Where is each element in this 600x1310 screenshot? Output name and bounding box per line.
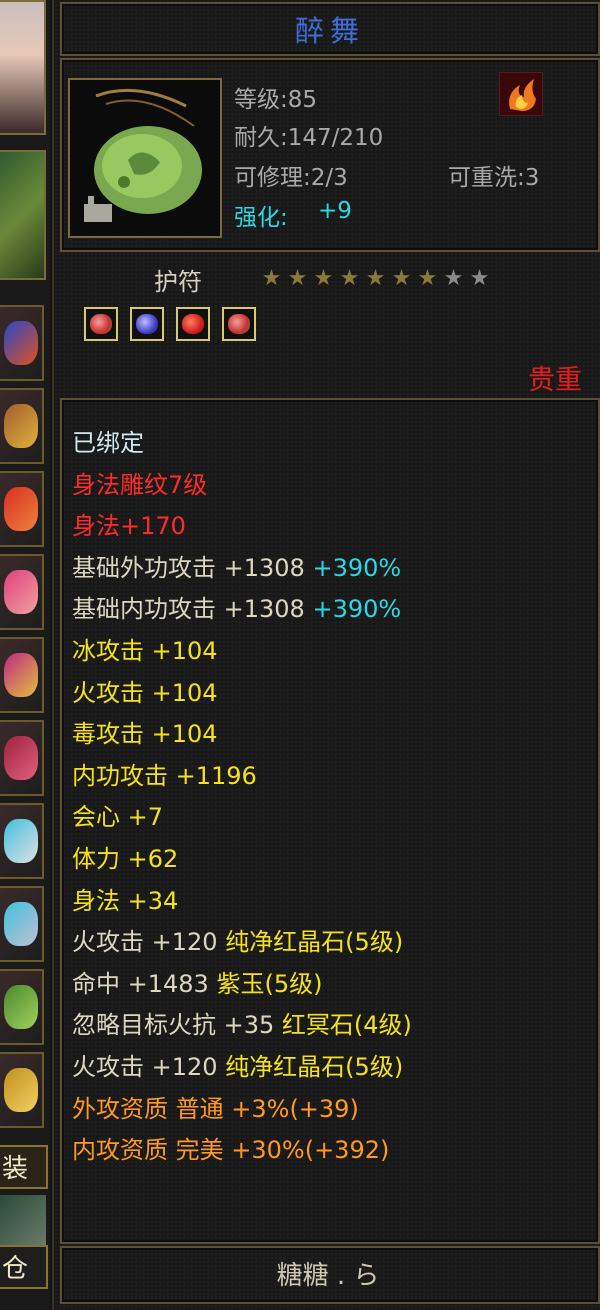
attribute-segment: +390%	[312, 553, 402, 582]
attribute-segment: 基础外功攻击 +1308	[72, 553, 313, 582]
equipment-slot-3[interactable]	[0, 471, 44, 547]
attribute-line: 命中 +1483 紫玉(5级)	[72, 969, 322, 999]
attribute-segment: 紫玉(5级)	[216, 969, 323, 998]
attribute-segment: 身法+170	[72, 512, 186, 541]
equipment-slot-9[interactable]	[0, 969, 44, 1045]
star-empty-icon: ★	[443, 266, 467, 291]
attribute-line: 体力 +62	[72, 844, 178, 874]
equipment-slot-6[interactable]	[0, 720, 44, 796]
attribute-line: 身法+170	[72, 511, 186, 541]
attribute-segment: 纯净红晶石(5级)	[225, 928, 404, 957]
attribute-segment: 忽略目标火抗 +35	[72, 1011, 282, 1040]
item-name: 醉舞	[294, 14, 365, 48]
equipment-slot-10[interactable]	[0, 1052, 44, 1128]
equipment-slot-weapon[interactable]	[0, 150, 46, 280]
item-type: 护符	[154, 268, 202, 296]
attribute-segment: 冰攻击 +104	[72, 637, 218, 665]
gem-slot-1[interactable]	[84, 307, 118, 341]
attribute-line: 身法 +34	[72, 886, 178, 916]
attribute-line: 外攻资质 普通 +3%(+39)	[72, 1094, 359, 1124]
item-enhance-label: 强化:	[234, 205, 288, 231]
attribute-segment: 内功攻击 +1196	[72, 761, 257, 790]
attribute-segment: 身法雕纹7级	[72, 470, 208, 499]
attribute-line: 身法雕纹7级	[72, 470, 207, 500]
item-icon[interactable]	[68, 78, 222, 238]
equipment-slot-8[interactable]	[0, 886, 44, 962]
attribute-line: 忽略目标火抗 +35 红冥石(4级)	[72, 1010, 412, 1040]
attribute-segment: 火攻击 +120	[72, 928, 226, 957]
attribute-segment: 纯净红晶石(5级)	[225, 1053, 404, 1081]
attribute-segment: 体力 +62	[72, 845, 179, 873]
attribute-segment: 火攻击 +120	[72, 1053, 226, 1081]
attribute-segment: 身法 +34	[72, 886, 179, 915]
star-filled-icon: ★	[339, 266, 363, 291]
star-empty-icon: ★	[469, 266, 493, 291]
item-tooltip-panel: 醉舞 等级:85 耐久:147/210 可修理:2/3 可重洗:3 强化: +9…	[52, 0, 600, 1310]
item-repairable: 可修理:2/3	[234, 165, 348, 191]
attribute-line: 基础内功攻击 +1308 +390%	[72, 594, 401, 624]
item-enhance-value: +9	[318, 198, 352, 224]
item-rewash-count: 可重洗:3	[448, 165, 540, 191]
attribute-segment: 火攻击 +104	[72, 678, 218, 707]
item-durability: 耐久:147/210	[234, 125, 384, 151]
attribute-segment: 命中 +1483	[72, 969, 217, 998]
item-owner: 糖糖 . ら	[276, 1261, 380, 1291]
star-filled-icon: ★	[261, 266, 285, 291]
jade-pendant-icon	[84, 88, 202, 222]
item-level: 等级:85	[234, 87, 318, 113]
rarity-label: 贵重	[528, 365, 582, 396]
tab-equipment[interactable]: 装备	[0, 1145, 48, 1189]
tab-warehouse[interactable]: 仓库	[0, 1245, 48, 1289]
fire-element-icon	[499, 72, 543, 116]
equipment-slot-7[interactable]	[0, 803, 44, 879]
attribute-line: 冰攻击 +104	[72, 636, 218, 666]
star-filled-icon: ★	[313, 266, 337, 291]
attribute-segment: 红冥石(4级)	[281, 1011, 412, 1040]
attribute-segment: 会心 +7	[72, 803, 164, 832]
equipment-slot-strip: 装备 仓库	[0, 0, 50, 1310]
star-rating: ★ ★ ★ ★ ★ ★ ★ ★ ★	[260, 266, 494, 291]
equipment-slot-4[interactable]	[0, 554, 44, 630]
attribute-line: 火攻击 +104	[72, 678, 218, 708]
star-filled-icon: ★	[417, 266, 441, 291]
attribute-line: 内攻资质 完美 +30%(+392)	[72, 1135, 389, 1165]
attribute-line: 已绑定	[72, 428, 144, 458]
gem-slot-3[interactable]	[176, 307, 210, 341]
equipment-slot-1[interactable]	[0, 305, 44, 381]
attribute-line: 火攻击 +120 纯净红晶石(5级)	[72, 1052, 403, 1082]
attribute-line: 会心 +7	[72, 802, 163, 832]
star-filled-icon: ★	[391, 266, 415, 291]
character-portrait[interactable]	[0, 0, 46, 135]
attribute-segment: +390%	[312, 595, 402, 624]
attribute-line: 基础外功攻击 +1308 +390%	[72, 553, 401, 583]
gem-slot-2[interactable]	[130, 307, 164, 341]
attribute-segment: 内攻资质 完美 +30%(+392)	[72, 1136, 390, 1165]
attribute-line: 火攻击 +120 纯净红晶石(5级)	[72, 927, 403, 957]
attribute-line: 毒攻击 +104	[72, 719, 218, 749]
equipment-slot-5[interactable]	[0, 637, 44, 713]
equipment-slot-2[interactable]	[0, 388, 44, 464]
attribute-segment: 毒攻击 +104	[72, 720, 218, 749]
star-filled-icon: ★	[365, 266, 389, 291]
star-filled-icon: ★	[287, 266, 311, 291]
attribute-segment: 基础内功攻击 +1308	[72, 595, 313, 624]
attribute-segment: 外攻资质 普通 +3%(+39)	[72, 1094, 359, 1123]
gem-slot-4[interactable]	[222, 307, 256, 341]
attribute-line: 内功攻击 +1196	[72, 761, 257, 791]
attribute-segment: 已绑定	[72, 429, 144, 457]
warehouse-thumbnail	[0, 1195, 46, 1245]
